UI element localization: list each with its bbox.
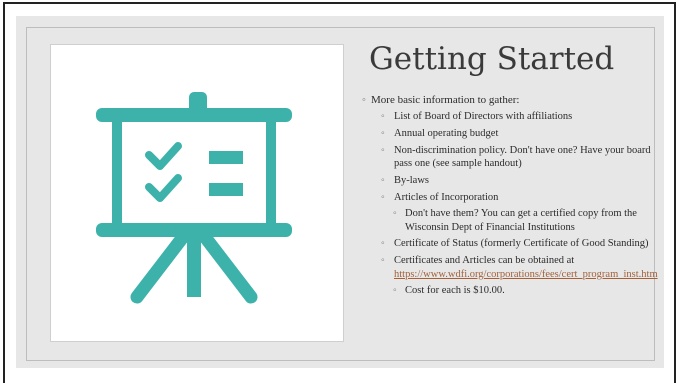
- bullet-marker: ◦: [381, 255, 385, 267]
- bullet-marker: ◦: [381, 127, 385, 139]
- bullet-item: ◦ Certificates and Articles can be obtain…: [362, 254, 662, 281]
- bullet-marker: ◦: [393, 208, 397, 220]
- checklist-line-2: [209, 183, 243, 196]
- bullet-item: ◦ By-laws: [362, 174, 662, 188]
- bullet-marker: ◦: [381, 191, 385, 203]
- checklist-line-1: [209, 151, 243, 164]
- board-base-bar: [96, 223, 292, 237]
- bullet-text: Non-discrimination policy. Don't have on…: [394, 144, 651, 170]
- checkmark-2: [145, 174, 182, 202]
- bullet-text: Don't have them? You can get a certified…: [405, 208, 637, 233]
- bullet-item: ◦ Non-discrimination policy. Don't have o…: [362, 144, 662, 171]
- bullet-text: Cost for each is $10.00.: [405, 285, 505, 297]
- bullet-text: Certificates and Articles can be obtaine…: [394, 255, 575, 267]
- checkmark-1: [145, 142, 182, 170]
- bullet-marker: ◦: [362, 94, 366, 106]
- stand-center-leg: [187, 235, 201, 297]
- bullet-item: ◦ Cost for each is $10.00.: [362, 284, 662, 298]
- bullet-marker: ◦: [381, 238, 385, 250]
- bullet-marker: ◦: [393, 285, 397, 297]
- stand-right-leg: [198, 230, 258, 304]
- bullet-item: ◦ Annual operating budget: [362, 127, 662, 141]
- bullet-item: ◦ More basic information to gather:: [362, 93, 662, 107]
- bullet-marker: ◦: [381, 111, 385, 123]
- bullet-text: List of Board of Directors with affiliat…: [394, 111, 573, 123]
- wdfi-link[interactable]: https://www.wdfi.org/corporations/fees/c…: [394, 269, 658, 280]
- bullet-item: ◦ Articles of Incorporation: [362, 191, 662, 205]
- board-hanger: [189, 92, 207, 114]
- slide-image: [50, 44, 344, 342]
- bullet-text: More basic information to gather:: [371, 94, 520, 106]
- bullet-text: By-laws: [394, 174, 429, 186]
- bullet-marker: ◦: [381, 144, 385, 156]
- bullet-item: ◦ Certificate of Status (formerly Certifi…: [362, 237, 662, 251]
- board-left-edge: [112, 122, 122, 236]
- bullet-item: ◦ Don't have them? You can get a certifie…: [362, 207, 662, 234]
- slide-title: Getting Started: [369, 41, 615, 77]
- bullet-text: Annual operating budget: [394, 127, 499, 139]
- bullet-marker: ◦: [381, 174, 385, 186]
- bullet-text: Certificate of Status (formerly Certific…: [394, 238, 649, 250]
- stand-left-leg: [130, 230, 190, 304]
- board-right-edge: [266, 122, 276, 236]
- slide-content: ◦ More basic information to gather: ◦ List…: [362, 93, 662, 301]
- presentation-board-checklist-icon: [96, 92, 292, 304]
- bullet-text: Articles of Incorporation: [394, 191, 499, 203]
- bullet-item: ◦ List of Board of Directors with affilia…: [362, 110, 662, 124]
